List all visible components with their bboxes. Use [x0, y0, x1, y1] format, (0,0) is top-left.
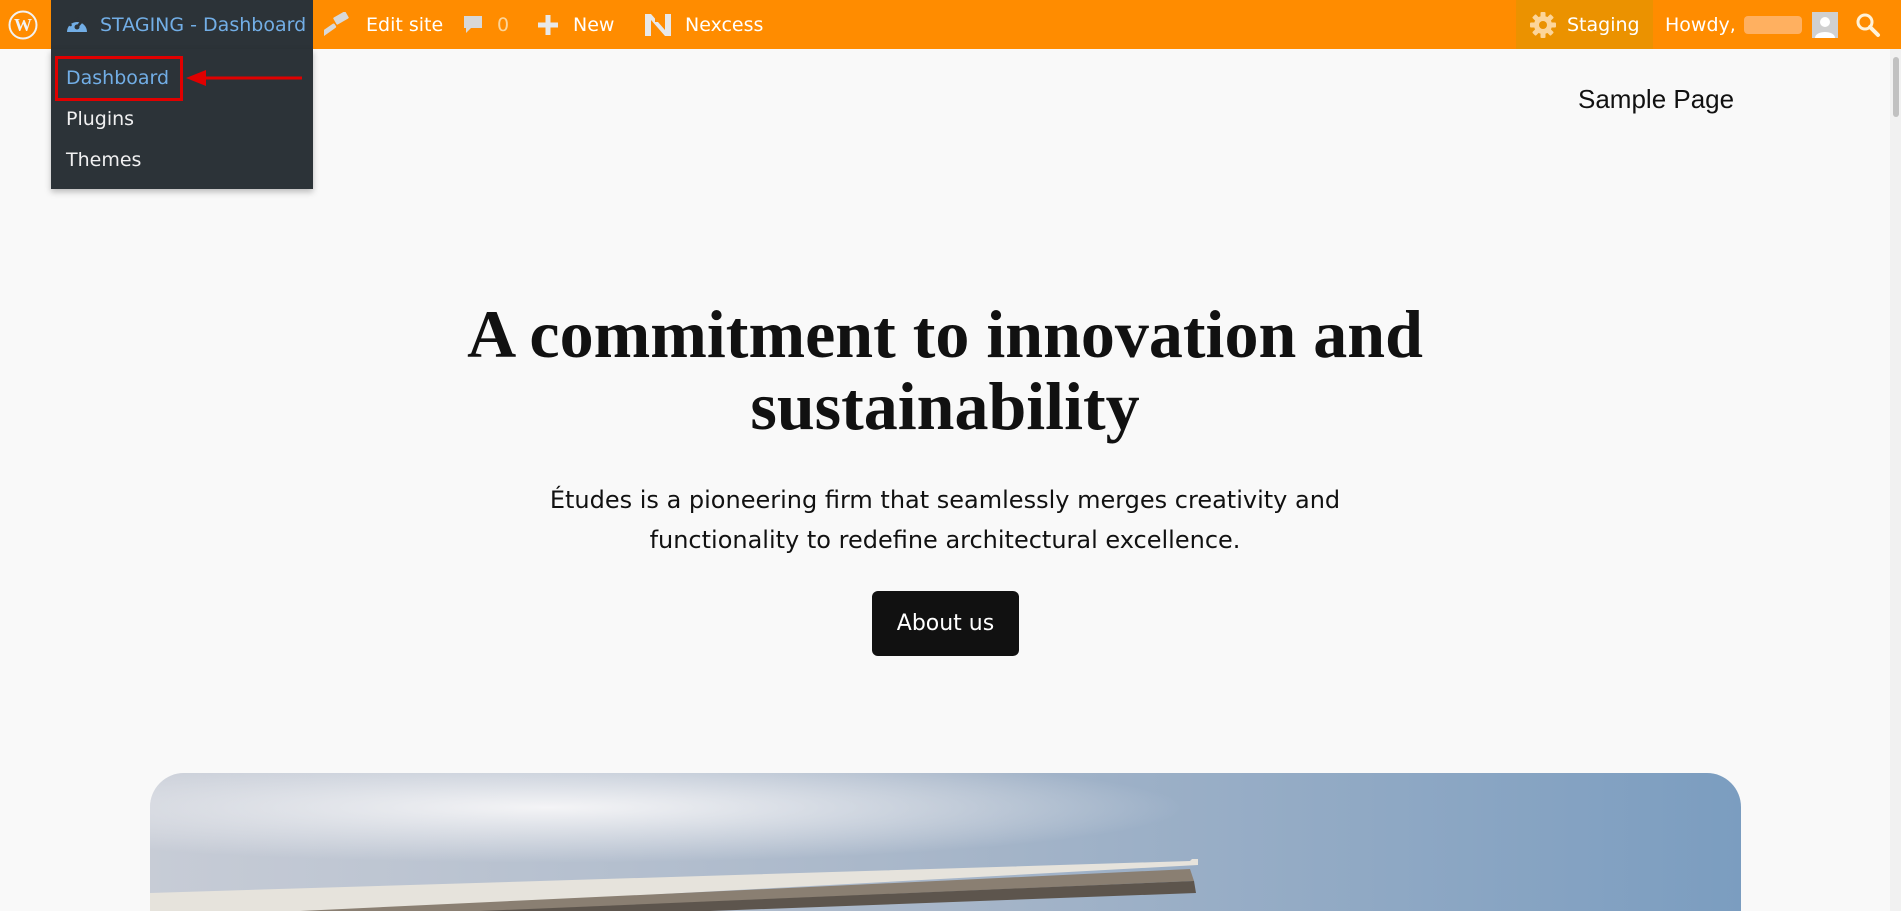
- annotation-highlight-box: [55, 56, 183, 101]
- wordpress-logo-button[interactable]: W: [0, 0, 45, 49]
- menu-item-themes[interactable]: Themes: [66, 149, 141, 171]
- nav-link-sample-page[interactable]: Sample Page: [1578, 84, 1734, 115]
- hero-description: Études is a pioneering firm that seamles…: [549, 486, 1341, 554]
- staging-label: Staging: [1567, 13, 1640, 36]
- site-name-label: STAGING - Dashboard: [100, 13, 307, 36]
- hero-title: A commitment to innovation and sustainab…: [467, 296, 1423, 444]
- comments-button[interactable]: 0: [461, 0, 509, 49]
- hero-building-image: [150, 773, 1741, 911]
- user-avatar-icon: [1811, 11, 1838, 38]
- site-name-menu[interactable]: STAGING - Dashboard: [51, 0, 313, 49]
- admin-bar: W STAGING - Dashboard Edit site 0 New Ne…: [0, 0, 1901, 49]
- comments-count: 0: [497, 13, 510, 36]
- plus-icon: [538, 14, 558, 35]
- edit-site-hammer-icon: [324, 11, 349, 36]
- svg-text:W: W: [14, 15, 32, 35]
- howdy-label: Howdy,: [1665, 13, 1736, 36]
- staging-menu[interactable]: Staging: [1516, 0, 1653, 49]
- dashboard-gauge-icon: [67, 16, 87, 32]
- my-account-menu[interactable]: Howdy,: [1665, 0, 1838, 49]
- nexcess-label: Nexcess: [685, 13, 764, 36]
- nexcess-logo-icon: [645, 13, 671, 36]
- about-us-button[interactable]: About us: [872, 591, 1019, 656]
- comment-bubble-icon: [464, 15, 482, 33]
- search-button[interactable]: [1855, 0, 1881, 49]
- new-label: New: [573, 13, 615, 36]
- search-icon: [1856, 13, 1880, 37]
- wordpress-logo-icon: W: [8, 10, 37, 39]
- edit-site-button[interactable]: Edit site: [324, 0, 443, 49]
- menu-item-plugins[interactable]: Plugins: [66, 108, 134, 130]
- annotation-arrow-icon: [186, 70, 302, 86]
- username-blurred: [1743, 15, 1802, 34]
- scrollbar-thumb[interactable]: [1893, 57, 1899, 117]
- page-scrollbar[interactable]: [1890, 49, 1901, 911]
- gear-icon: [1530, 11, 1556, 38]
- new-content-button[interactable]: New: [537, 0, 614, 49]
- nexcess-menu[interactable]: Nexcess: [643, 0, 763, 49]
- edit-site-label: Edit site: [366, 13, 444, 36]
